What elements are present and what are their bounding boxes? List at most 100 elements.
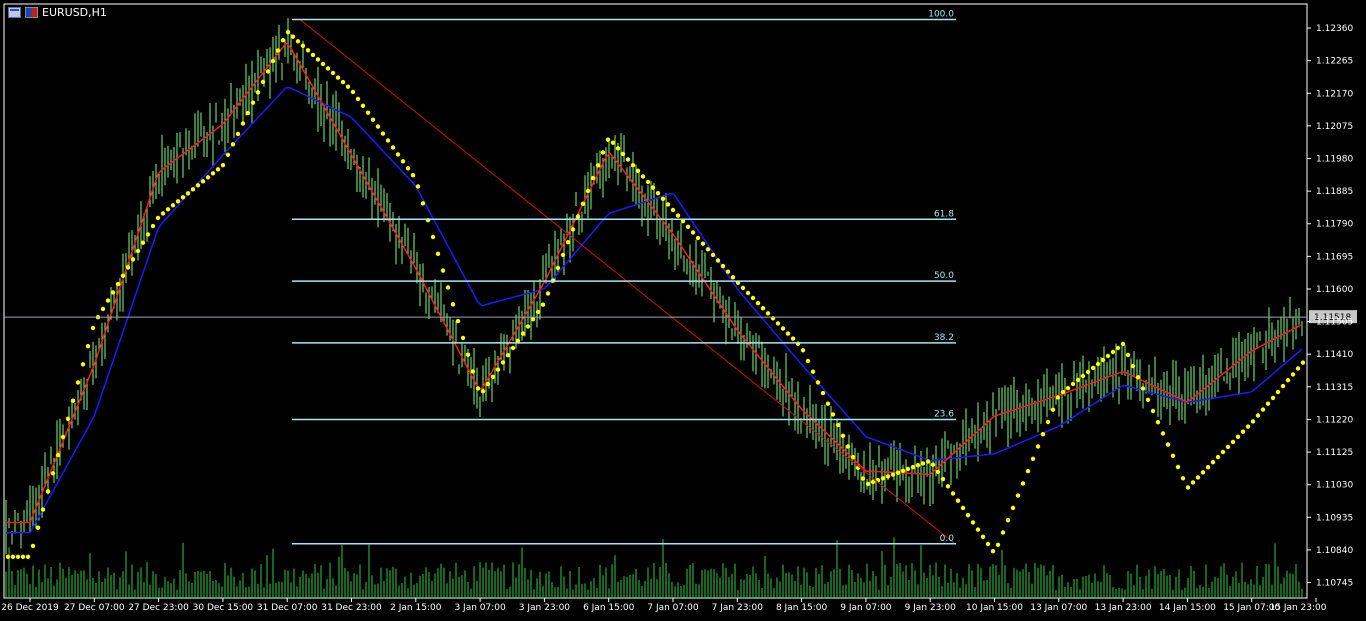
sar-dot bbox=[1005, 518, 1011, 523]
sar-dot bbox=[1100, 357, 1106, 363]
sar-dot bbox=[750, 295, 756, 301]
time-axis-label: 2 Jan 15:00 bbox=[390, 603, 442, 613]
sar-dot bbox=[510, 345, 516, 351]
sar-dot bbox=[255, 90, 261, 95]
sar-dot bbox=[85, 344, 91, 349]
sar-dot bbox=[20, 554, 26, 559]
price-axis-label: 1.10935 bbox=[1316, 513, 1353, 523]
sar-dot bbox=[1155, 420, 1161, 425]
sar-dot bbox=[820, 390, 826, 396]
time-axis-label: 27 Dec 23:00 bbox=[128, 603, 189, 613]
sar-dot bbox=[280, 38, 286, 43]
sar-dot bbox=[745, 290, 751, 296]
sar-dot bbox=[310, 52, 316, 58]
sar-dot bbox=[245, 110, 251, 116]
sar-dot bbox=[715, 258, 721, 263]
sar-dot bbox=[30, 543, 36, 549]
sar-dot bbox=[455, 318, 461, 324]
sar-dot bbox=[555, 265, 561, 271]
sar-dot bbox=[200, 179, 206, 184]
sar-dot bbox=[890, 472, 896, 477]
sar-dot bbox=[1080, 373, 1086, 379]
sar-dot bbox=[150, 223, 156, 229]
sar-dot bbox=[1030, 456, 1036, 461]
chart-area[interactable]: 100.0 61.8 50.0 38.2 23.6 0.0 1.11518 1.12360 1.… bbox=[0, 0, 1366, 617]
sar-dot bbox=[340, 79, 346, 85]
sar-dot bbox=[945, 484, 951, 489]
sar-dot bbox=[355, 96, 361, 102]
fib-level-label: 0.0 bbox=[940, 534, 955, 544]
sar-dot bbox=[170, 203, 176, 208]
sar-dot bbox=[815, 380, 821, 385]
time-axis-label: 27 Dec 07:00 bbox=[64, 603, 125, 613]
sar-dot bbox=[1150, 408, 1156, 414]
sar-dot bbox=[25, 554, 31, 559]
sar-dot bbox=[15, 554, 21, 559]
sar-dot bbox=[695, 235, 701, 241]
sar-dot bbox=[40, 507, 46, 512]
sar-dot bbox=[645, 179, 651, 185]
sar-dot bbox=[585, 188, 591, 194]
sar-dot bbox=[1255, 413, 1261, 418]
sar-dot bbox=[1170, 453, 1176, 458]
chart-window-icon bbox=[8, 7, 21, 18]
sar-dot bbox=[250, 100, 256, 105]
sar-dot bbox=[285, 30, 291, 35]
sar-dot bbox=[445, 285, 451, 290]
currency-flag-icon bbox=[25, 7, 38, 18]
sar-dot bbox=[835, 422, 841, 428]
sar-dot bbox=[635, 168, 641, 173]
sar-dot bbox=[615, 146, 621, 151]
sar-dot bbox=[935, 469, 941, 475]
time-axis-label: 8 Jan 15:00 bbox=[776, 603, 828, 613]
sar-dot bbox=[1225, 444, 1231, 450]
price-axis-label: 1.11695 bbox=[1316, 252, 1353, 262]
sar-dot bbox=[1120, 341, 1126, 347]
sar-dot bbox=[1195, 475, 1201, 480]
sar-dot bbox=[1265, 401, 1271, 406]
sar-dot bbox=[115, 281, 121, 287]
sar-dot bbox=[580, 201, 586, 206]
sar-dot bbox=[785, 331, 791, 336]
sar-dot bbox=[660, 196, 666, 201]
sar-dot bbox=[560, 252, 566, 258]
sar-dot bbox=[185, 191, 191, 196]
sar-dot bbox=[1300, 360, 1306, 365]
time-axis-label: 13 Jan 23:00 bbox=[1095, 603, 1152, 613]
sar-dot bbox=[395, 152, 401, 157]
time-axis-label: 15 Jan 23:00 bbox=[1270, 603, 1327, 613]
sar-dot bbox=[860, 476, 866, 481]
price-axis-label: 1.11220 bbox=[1316, 415, 1353, 425]
sar-dot bbox=[175, 199, 181, 204]
sar-dot bbox=[990, 549, 996, 554]
sar-dot bbox=[520, 331, 526, 336]
chart-svg[interactable]: 100.061.850.038.223.60.01.115181.123601.… bbox=[0, 0, 1366, 617]
time-axis-label: 31 Dec 23:00 bbox=[321, 603, 382, 613]
sar-dot bbox=[915, 463, 921, 468]
price-axis-label: 1.12360 bbox=[1316, 24, 1353, 34]
sar-dot bbox=[1060, 389, 1066, 395]
sar-dot bbox=[380, 131, 386, 136]
sar-dot bbox=[145, 232, 151, 237]
sar-dot bbox=[430, 234, 436, 240]
price-axis-label: 1.10840 bbox=[1316, 546, 1353, 556]
time-axis-label: 6 Jan 15:00 bbox=[583, 603, 635, 613]
sar-dot bbox=[1240, 429, 1246, 434]
sar-dot bbox=[940, 476, 946, 482]
sar-dot bbox=[275, 48, 281, 53]
sar-dot bbox=[155, 215, 161, 221]
fib-level-label: 38.2 bbox=[934, 333, 954, 343]
sar-dot bbox=[465, 352, 471, 357]
sar-dot bbox=[1285, 378, 1291, 383]
sar-dot bbox=[1040, 432, 1046, 437]
sar-dot bbox=[1055, 395, 1061, 400]
sar-dot bbox=[180, 195, 186, 200]
price-axis-label: 1.12170 bbox=[1316, 89, 1353, 99]
sar-dot bbox=[595, 163, 601, 168]
price-axis-label: 1.11315 bbox=[1316, 383, 1353, 393]
sar-dot bbox=[495, 367, 501, 372]
sar-dot bbox=[370, 117, 376, 122]
sar-dot bbox=[825, 401, 831, 406]
sar-dot bbox=[740, 285, 746, 291]
moving-average-fast bbox=[6, 42, 1303, 524]
